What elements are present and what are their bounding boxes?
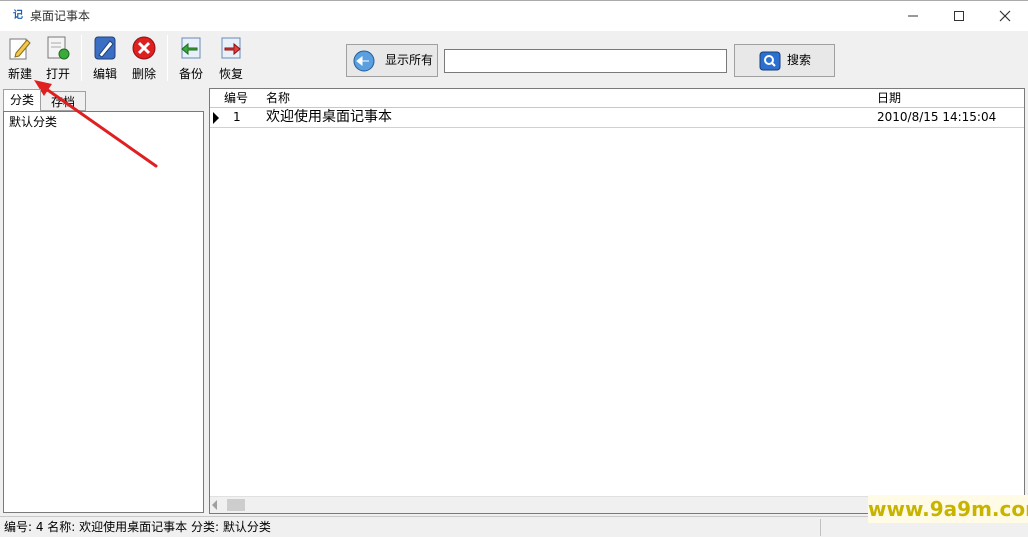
close-button[interactable]: [982, 1, 1028, 31]
edit-pencil-icon: [94, 36, 116, 60]
delete-label: 删除: [131, 67, 156, 81]
column-header-date[interactable]: 日期: [877, 91, 901, 106]
show-all-label: 显示所有: [385, 53, 434, 67]
delete-button[interactable]: 删除: [127, 33, 161, 85]
maximize-icon: [954, 11, 964, 21]
new-button[interactable]: 新建: [3, 33, 37, 85]
restore-arrow-icon: [221, 37, 241, 59]
column-header-id[interactable]: 编号: [224, 91, 248, 106]
close-icon: [999, 10, 1011, 22]
open-file-icon: [47, 36, 70, 60]
show-all-button[interactable]: 显示所有: [346, 44, 438, 77]
table-row[interactable]: 1 欢迎使用桌面记事本 2010/8/15 14:15:04: [210, 108, 1024, 128]
toolbar: 新建 打开 编辑 删除 备份 恢复 显示所有 搜索: [0, 31, 1028, 87]
row-id: 1: [233, 110, 241, 124]
toolbar-separator: [81, 35, 82, 81]
column-header-name[interactable]: 名称: [266, 91, 290, 106]
status-divider: [820, 519, 821, 536]
search-input[interactable]: [444, 49, 727, 73]
new-label: 新建: [7, 67, 32, 81]
edit-button[interactable]: 编辑: [88, 33, 122, 85]
open-label: 打开: [45, 67, 70, 81]
grid-header: 编号 名称 日期: [210, 89, 1024, 108]
row-date: 2010/8/15 14:15:04: [877, 110, 997, 124]
search-icon: [759, 51, 781, 71]
scroll-thumb[interactable]: [227, 499, 245, 511]
back-arrow-icon: [353, 50, 375, 72]
tab-archive[interactable]: 存档: [41, 91, 86, 111]
maximize-button[interactable]: [936, 1, 982, 31]
edit-label: 编辑: [92, 67, 117, 81]
row-name: 欢迎使用桌面记事本: [266, 109, 392, 125]
search-button[interactable]: 搜索: [734, 44, 835, 77]
category-tree: 默认分类: [3, 111, 204, 513]
scroll-left-icon[interactable]: [212, 500, 217, 510]
restore-label: 恢复: [218, 67, 243, 81]
title-bar: 记 桌面记事本: [0, 0, 1028, 31]
restore-button[interactable]: 恢复: [214, 33, 248, 85]
backup-arrow-icon: [181, 37, 201, 59]
watermark: www.9a9m.com: [868, 495, 1028, 523]
window-title: 桌面记事本: [30, 9, 91, 23]
open-button[interactable]: 打开: [41, 33, 75, 85]
new-note-icon: [9, 38, 31, 60]
backup-button[interactable]: 备份: [174, 33, 208, 85]
search-label: 搜索: [787, 53, 812, 67]
tab-category[interactable]: 分类: [3, 89, 41, 111]
tree-item-default-category[interactable]: 默认分类: [9, 115, 57, 130]
minimize-icon: [908, 15, 918, 17]
notes-grid: 编号 名称 日期 1 欢迎使用桌面记事本 2010/8/15 14:15:04: [209, 88, 1025, 514]
backup-label: 备份: [178, 67, 203, 81]
minimize-button[interactable]: [890, 1, 936, 31]
toolbar-separator: [167, 35, 168, 81]
app-icon: 记: [13, 10, 23, 21]
delete-icon: [132, 36, 156, 60]
status-text: 编号: 4 名称: 欢迎使用桌面记事本 分类: 默认分类: [4, 520, 271, 534]
row-indicator-icon: [213, 112, 219, 124]
